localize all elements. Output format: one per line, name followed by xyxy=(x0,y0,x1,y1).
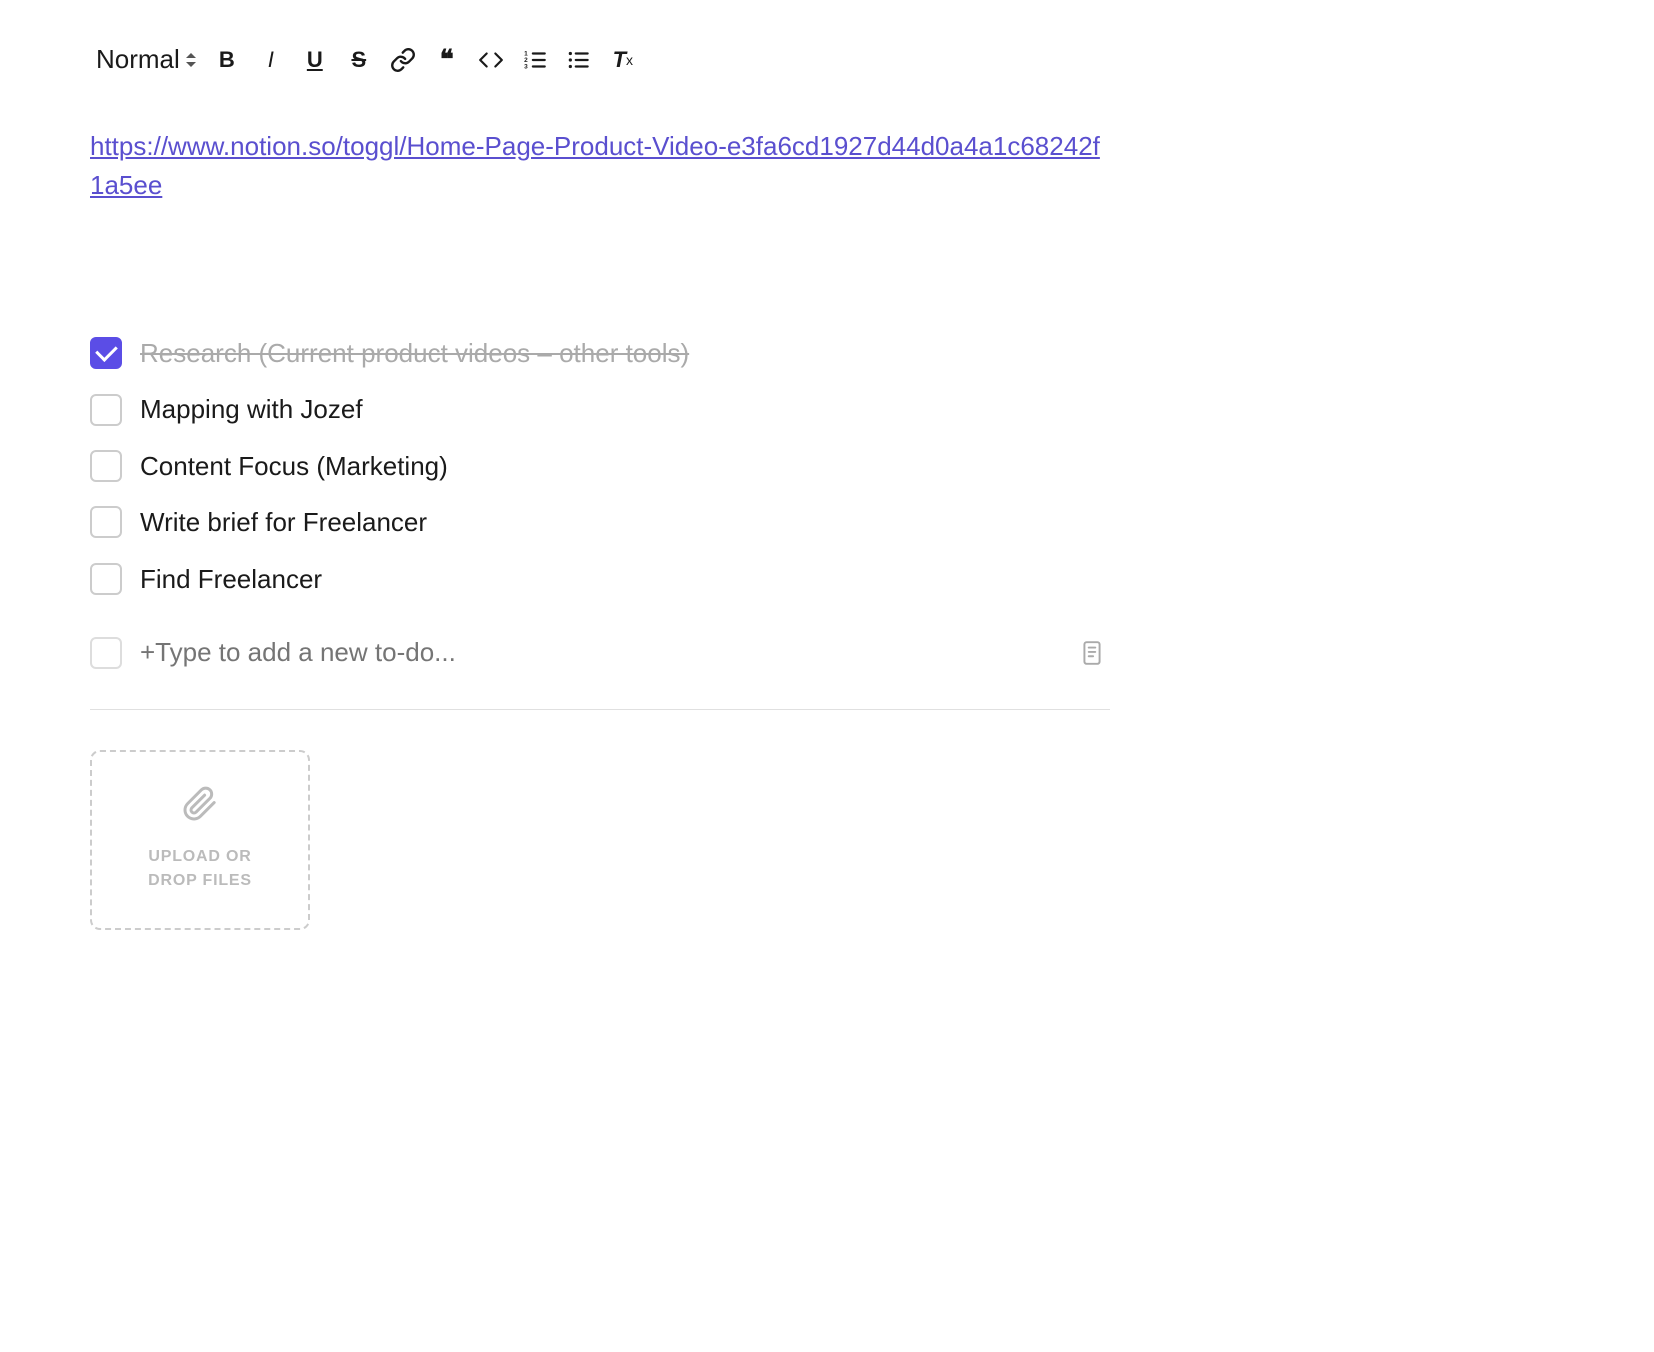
underline-button[interactable]: U xyxy=(296,41,334,79)
checklist-label-3: Content Focus (Marketing) xyxy=(140,448,448,484)
section-divider xyxy=(90,709,1110,710)
checklist-item-1: Research (Current product videos – other… xyxy=(90,325,1110,381)
add-todo-row xyxy=(90,627,1110,679)
svg-text:3: 3 xyxy=(524,63,528,70)
checkbox-3[interactable] xyxy=(90,450,122,482)
checklist-label-4: Write brief for Freelancer xyxy=(140,504,427,540)
quote-button[interactable]: ❝ xyxy=(428,41,466,79)
text-type-selector[interactable]: Normal xyxy=(90,40,202,79)
italic-button[interactable]: I xyxy=(252,41,290,79)
checkbox-5[interactable] xyxy=(90,563,122,595)
checklist-item-4: Write brief for Freelancer xyxy=(90,494,1110,550)
checklist-label-2: Mapping with Jozef xyxy=(140,391,363,427)
text-type-label: Normal xyxy=(96,44,180,75)
checkbox-2[interactable] xyxy=(90,394,122,426)
text-type-chevron-icon xyxy=(186,53,196,67)
strikethrough-button[interactable]: S xyxy=(340,41,378,79)
checklist-item-2: Mapping with Jozef xyxy=(90,381,1110,437)
checklist-item-3: Content Focus (Marketing) xyxy=(90,438,1110,494)
file-upload-area[interactable]: UPLOAD ORDROP FILES xyxy=(90,750,310,930)
main-content: Normal B I U S ❝ xyxy=(0,0,1200,970)
upload-label: UPLOAD ORDROP FILES xyxy=(148,845,252,893)
checklist: Research (Current product videos – other… xyxy=(90,325,1110,607)
code-button[interactable] xyxy=(472,41,510,79)
link-button[interactable] xyxy=(384,41,422,79)
checkbox-4[interactable] xyxy=(90,506,122,538)
clear-format-button[interactable]: Tx xyxy=(604,41,642,79)
ordered-list-button[interactable]: 1 2 3 xyxy=(516,41,554,79)
formatting-toolbar: Normal B I U S ❝ xyxy=(90,40,1110,79)
bold-button[interactable]: B xyxy=(208,41,246,79)
checklist-label-1: Research (Current product videos – other… xyxy=(140,335,689,371)
add-todo-input[interactable] xyxy=(140,637,1110,668)
paperclip-icon xyxy=(182,786,218,831)
content-link[interactable]: https://www.notion.so/toggl/Home-Page-Pr… xyxy=(90,127,1110,205)
template-icon[interactable] xyxy=(1074,635,1110,671)
checkbox-1[interactable] xyxy=(90,337,122,369)
checklist-item-5: Find Freelancer xyxy=(90,551,1110,607)
checklist-label-5: Find Freelancer xyxy=(140,561,322,597)
unordered-list-button[interactable] xyxy=(560,41,598,79)
add-todo-checkbox xyxy=(90,637,122,669)
